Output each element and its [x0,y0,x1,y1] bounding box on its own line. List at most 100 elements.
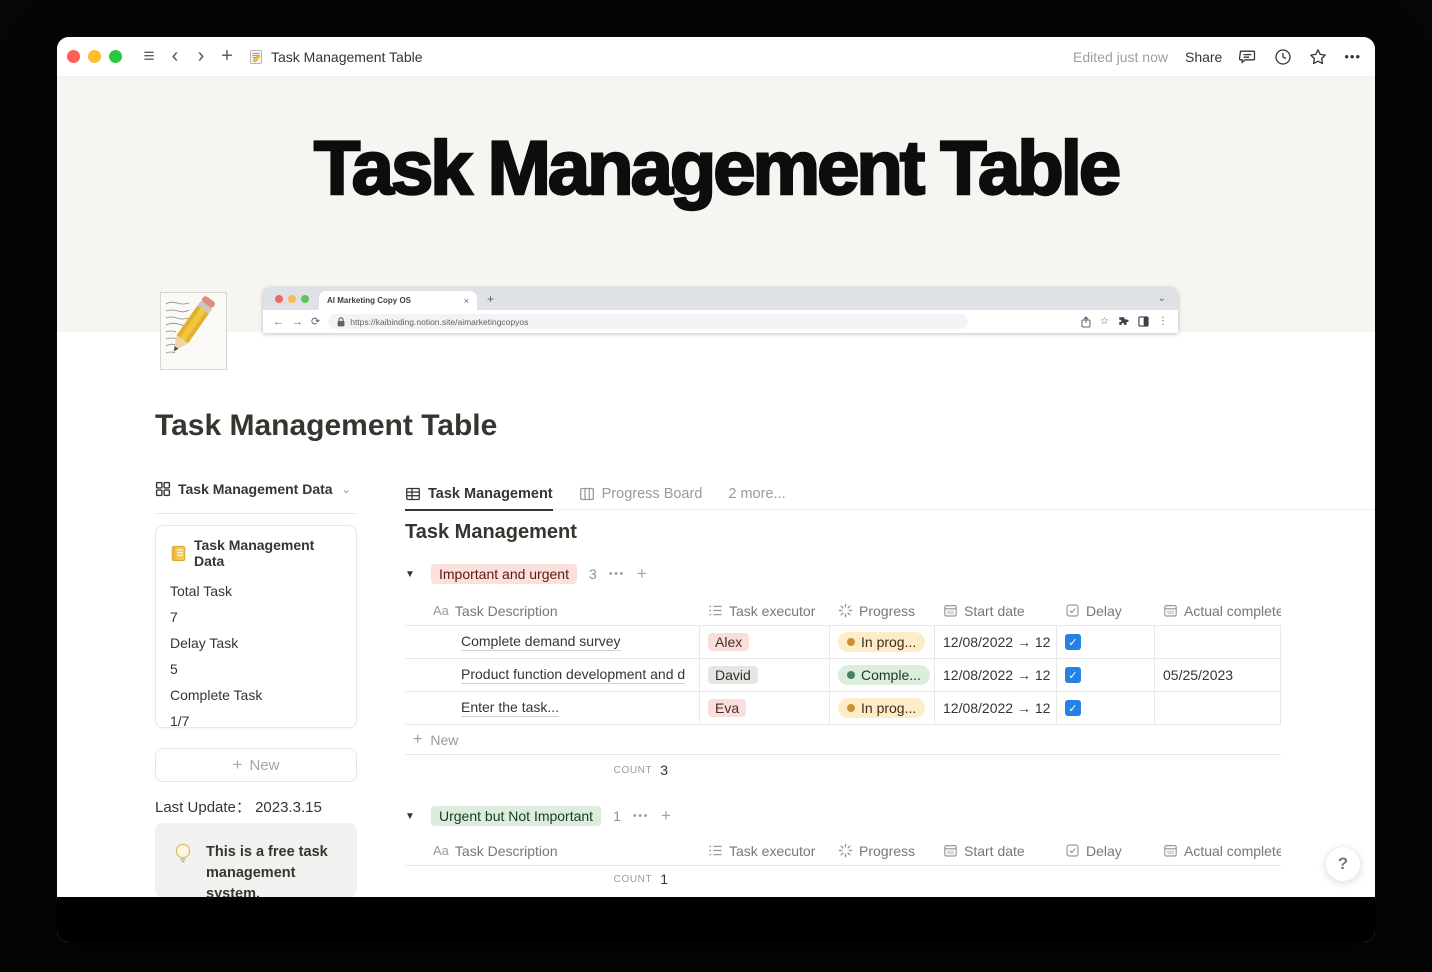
extensions-puzzle-icon [1118,316,1129,327]
actual-complete-cell[interactable] [1155,626,1281,658]
more-options-icon[interactable]: ••• [1344,49,1361,64]
browser-menu-dots-icon: ⋮ [1158,316,1168,327]
actual-complete-cell[interactable]: 05/25/2023 [1155,659,1281,691]
column-header-task-executor[interactable]: Task executor [700,603,830,619]
collapse-triangle-icon[interactable]: ▼ [405,811,419,822]
board-view-icon [579,486,595,502]
tab-label: Task Management [428,485,553,502]
tab-label: 2 more... [728,485,786,502]
progress-cell[interactable]: In prog... [830,692,935,724]
delay-checkbox-checked[interactable]: ✓ [1065,667,1081,683]
start-date-cell[interactable]: 12/08/2022 → 12 [935,626,1057,658]
notion-window: ≡ ‹ › + Task Management Table Edited jus… [57,37,1375,942]
task-description-cell[interactable]: Enter the task... [405,692,700,724]
start-date-cell[interactable]: 12/08/2022 → 12 [935,659,1057,691]
progress-cell[interactable]: In prog... [830,626,935,658]
sidebar-toggle-icon[interactable]: ≡ [136,44,162,70]
view-tabs: Task Management Progress Board 2 more... [405,478,1375,511]
linked-database-select[interactable]: Task Management Data ⌄ [155,481,351,497]
status-dot [847,638,855,646]
group-add-icon[interactable]: + [637,564,647,584]
stat-label: Total Task [170,583,232,599]
collapse-triangle-icon[interactable]: ▼ [405,569,419,580]
comments-icon[interactable] [1239,48,1257,66]
new-row-button[interactable]: + New [405,725,1281,755]
history-clock-icon[interactable] [1274,48,1292,66]
table-header-row: Aa Task Description Task executor Progres… [405,836,1281,866]
task-executor-cell[interactable]: David [700,659,830,691]
column-header-task-description[interactable]: Aa Task Description [405,843,700,859]
help-button[interactable]: ? [1325,846,1361,882]
plus-icon: + [413,730,423,748]
task-description-cell[interactable]: Product function development and d [405,659,700,691]
delay-checkbox-checked[interactable]: ✓ [1065,700,1081,716]
nav-forward-button[interactable]: › [188,44,214,70]
column-header-task-executor[interactable]: Task executor [700,843,830,859]
lightbulb-icon [173,842,193,897]
column-header-progress[interactable]: Progress [830,603,935,619]
profile-icon [1138,316,1149,327]
calendar-icon [943,843,958,858]
gallery-grid-icon [155,481,171,497]
share-button[interactable]: Share [1185,49,1222,65]
new-page-button[interactable]: + [214,44,240,70]
column-header-delay[interactable]: Delay [1057,603,1155,619]
nav-back-button[interactable]: ‹ [162,44,188,70]
chevron-down-icon: ⌄ [341,483,351,496]
group2-count-row[interactable]: COUNT 1 [405,866,700,892]
embedded-browser-screenshot: AI Marketing Copy OS × + ⌄ ← → ⟳ https:/… [263,287,1178,333]
status-property-icon [838,603,853,618]
url-text: https://kaibinding.notion.site/aimarketi… [350,316,529,327]
favorite-star-icon[interactable] [1309,48,1327,66]
column-header-task-description[interactable]: Aa Task Description [405,603,700,619]
delay-cell[interactable]: ✓ [1057,692,1155,724]
last-update-value: 2023.3.15 [255,799,322,816]
database-title: Task Management [405,521,577,543]
table-row: Complete demand survey Alex In prog... 1… [405,626,1281,659]
column-header-start-date[interactable]: Start date [935,843,1057,859]
group-badge[interactable]: Important and urgent [431,564,577,584]
tab-more-views[interactable]: 2 more... [728,478,785,510]
column-header-progress[interactable]: Progress [830,843,935,859]
tab-task-management[interactable]: Task Management [405,478,553,511]
notebook-icon [170,545,187,562]
tab-strip-chevron-icon: ⌄ [1157,293,1166,304]
divider [155,513,357,514]
column-header-delay[interactable]: Delay [1057,843,1155,859]
delay-cell[interactable]: ✓ [1057,626,1155,658]
tab-progress-board[interactable]: Progress Board [579,478,702,510]
group-more-icon[interactable]: ••• [609,568,625,580]
delay-checkbox-checked[interactable]: ✓ [1065,634,1081,650]
summary-card[interactable]: Task Management Data Total Task 7 Delay … [155,525,357,729]
zoom-window-button[interactable] [109,50,122,63]
window-toolbar: ≡ ‹ › + Task Management Table Edited jus… [57,37,1375,77]
gallery-new-button[interactable]: + New [155,748,357,782]
column-header-start-date[interactable]: Start date [935,603,1057,619]
start-date-cell[interactable]: 12/08/2022 → 12 [935,692,1057,724]
last-update-label: Last Update： [155,799,251,816]
group-count: 1 [613,808,621,824]
table-header-row: Aa Task Description Task executor Progres… [405,596,1281,626]
column-header-actual-complete[interactable]: Actual complete [1155,603,1281,619]
task-executor-cell[interactable]: Alex [700,626,830,658]
progress-cell[interactable]: Comple... [830,659,935,691]
group-badge[interactable]: Urgent but Not Important [431,806,602,826]
page-icon-pencil-image[interactable] [160,292,227,370]
stat-label: Delay Task [170,635,239,651]
group-add-icon[interactable]: + [661,806,671,826]
calendar-icon [943,603,958,618]
executor-tag: Eva [708,699,747,717]
delay-cell[interactable]: ✓ [1057,659,1155,691]
actual-complete-cell[interactable] [1155,692,1281,724]
task-executor-cell[interactable]: Eva [700,692,830,724]
minimize-window-button[interactable] [88,50,101,63]
close-window-button[interactable] [67,50,80,63]
column-header-actual-complete[interactable]: Actual complete [1155,843,1281,859]
page-title: Task Management Table [155,409,498,442]
group1-count-row[interactable]: COUNT 3 [405,755,700,785]
task-description-cell[interactable]: Complete demand survey [405,626,700,658]
database-table-group1: Aa Task Description Task executor Progres… [405,596,1281,785]
executor-tag: David [708,666,758,684]
group-more-icon[interactable]: ••• [633,810,649,822]
breadcrumb[interactable]: Task Management Table [248,49,423,65]
